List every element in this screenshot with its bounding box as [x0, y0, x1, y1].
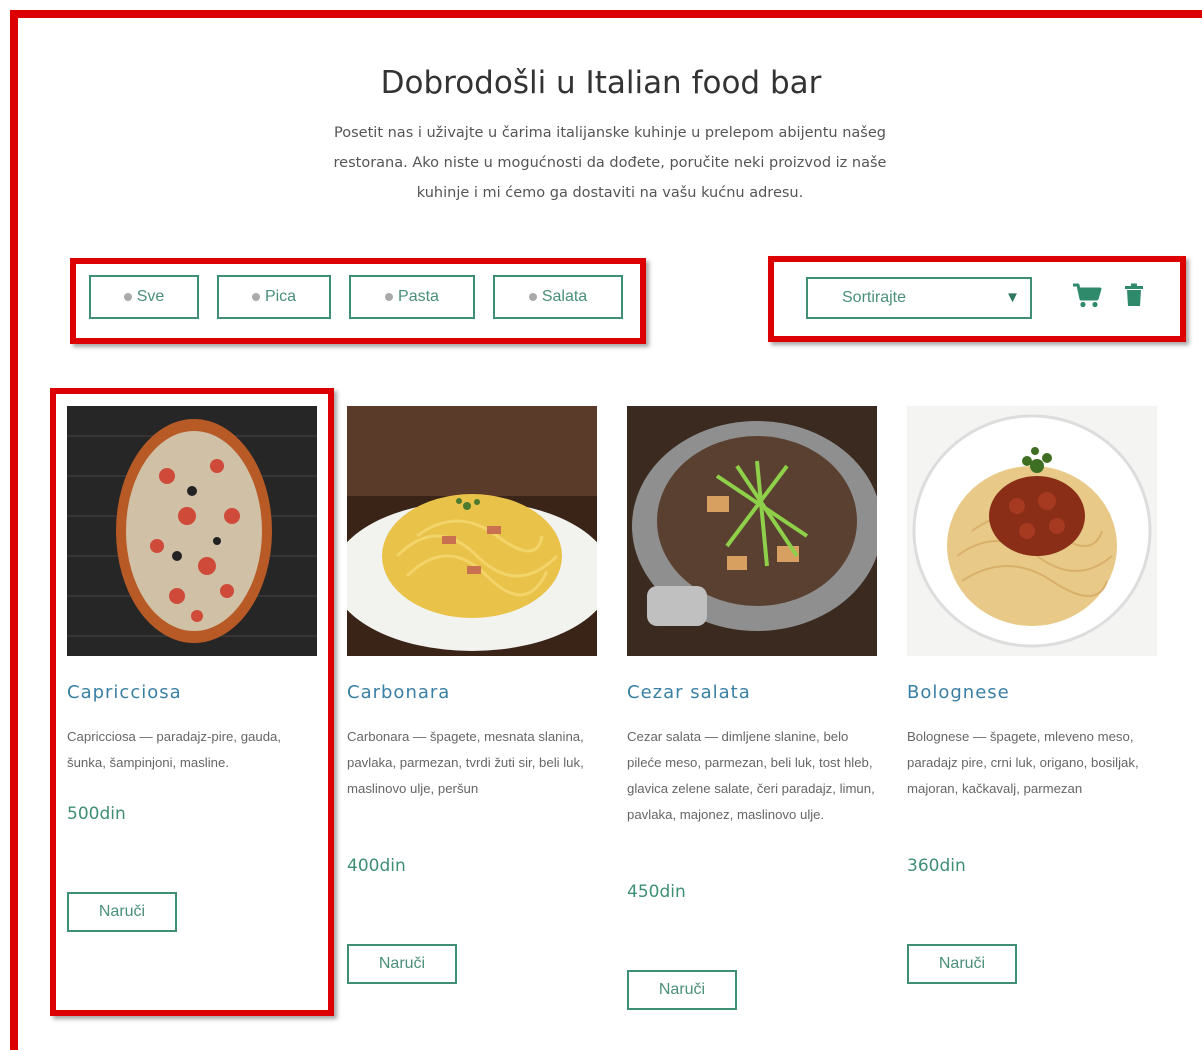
chevron-down-icon: ▼: [1005, 289, 1020, 306]
filter-label: Pasta: [398, 288, 439, 305]
cart-icon[interactable]: [1072, 283, 1102, 309]
intro-line: Posetit nas i uživajte u čarima italijan…: [334, 125, 886, 141]
page-title: Dobrodošli u Italian food bar: [380, 64, 822, 101]
radio-dot-icon: [528, 293, 537, 301]
filter-button-sve[interactable]: Sve: [89, 275, 199, 319]
product-card: Capricciosa Capricciosa — paradajz-pire,…: [67, 406, 319, 932]
filter-button-pasta[interactable]: Pasta: [349, 275, 475, 319]
product-title[interactable]: Capricciosa: [67, 682, 182, 703]
product-title[interactable]: Carbonara: [347, 682, 450, 703]
sort-select[interactable]: Sortirajte ▼: [806, 277, 1032, 319]
bolognese-image: [907, 406, 1157, 656]
intro-line: restorana. Ako niste u mogućnosti da dođ…: [333, 155, 887, 171]
filter-label: Sve: [136, 288, 165, 305]
product-card: Cezar salata Cezar salata — dimljene sla…: [627, 406, 879, 1010]
order-button[interactable]: Naruči: [347, 944, 457, 984]
salad-image: [627, 406, 877, 656]
intro-line: kuhinje i mi ćemo ga dostaviti na vašu k…: [416, 185, 804, 201]
product-description: Cezar salata — dimljene slanine, belo pi…: [627, 729, 875, 822]
product-title[interactable]: Bolognese: [907, 682, 1010, 703]
radio-dot-icon: [385, 293, 394, 301]
product-price: 500din: [67, 804, 126, 824]
order-button[interactable]: Naruči: [627, 970, 737, 1010]
product-price: 450din: [627, 882, 686, 902]
filter-label: Salata: [541, 288, 588, 305]
product-description: Bolognese — špagete, mleveno meso, parad…: [907, 729, 1139, 796]
product-price: 360din: [907, 856, 966, 876]
filter-label: Pica: [264, 288, 297, 305]
sort-label: Sortirajte: [842, 289, 907, 306]
product-description: Carbonara — špagete, mesnata slanina, pa…: [347, 729, 584, 796]
pizza-image: [67, 406, 317, 656]
carbonara-image: [347, 406, 597, 656]
radio-dot-icon: [123, 293, 132, 301]
intro-text: Posetit nas i uživajte u čarima italijan…: [300, 118, 920, 208]
product-description: Capricciosa — paradajz-pire, gauda, šunk…: [67, 729, 282, 770]
product-card: Bolognese Bolognese — špagete, mleveno m…: [907, 406, 1159, 984]
order-button[interactable]: Naruči: [907, 944, 1017, 984]
filter-button-pica[interactable]: Pica: [217, 275, 331, 319]
trash-icon[interactable]: [1124, 283, 1144, 307]
product-price: 400din: [347, 856, 406, 876]
filter-button-salata[interactable]: Salata: [493, 275, 623, 319]
order-button[interactable]: Naruči: [67, 892, 177, 932]
product-title[interactable]: Cezar salata: [627, 682, 751, 703]
product-card: Carbonara Carbonara — špagete, mesnata s…: [347, 406, 599, 984]
radio-dot-icon: [251, 293, 260, 301]
